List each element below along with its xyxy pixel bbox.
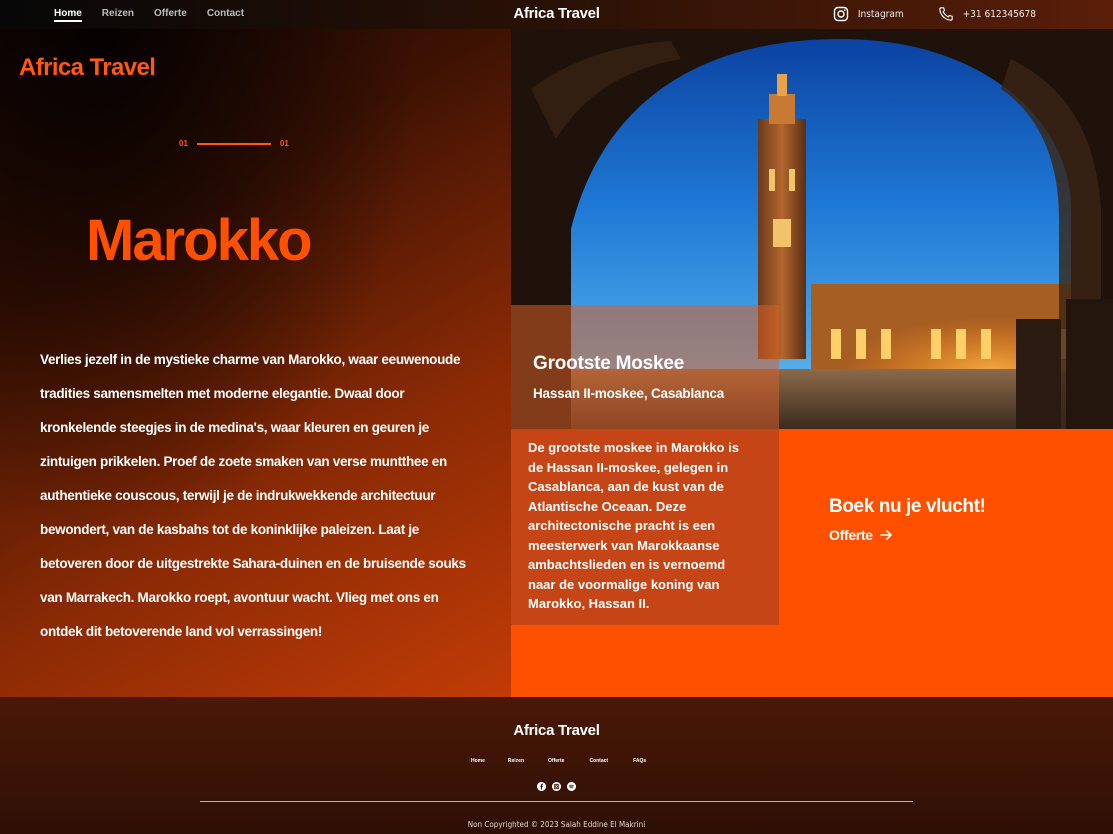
feature-title: Grootste Moskee [533,353,685,374]
footer-link-offerte[interactable]: Offerte [548,758,564,764]
page-logo[interactable]: Africa Travel [19,54,156,82]
slide-total: 01 [279,139,289,148]
slide-indicator: 01 01 [179,139,289,148]
instagram-icon[interactable] [552,782,561,791]
instagram-label: Instagram [857,8,904,20]
hero-section: Africa Travel 01 01 Marokko Verlies jeze… [0,29,511,697]
cta-link-label: Offerte [829,527,873,543]
hero-title: Marokko [86,208,313,273]
spotify-icon[interactable] [567,782,576,791]
hero-description: Verlies jezelf in de mystieke charme van… [40,352,466,639]
facebook-icon[interactable] [537,782,546,791]
top-navigation-bar: Home Reizen Offerte Contact Africa Trave… [0,0,1113,29]
phone-label: +31 612345678 [962,8,1036,20]
phone-icon [938,7,953,21]
footer-social-links [537,782,576,791]
footer-link-home[interactable]: Home [471,758,485,764]
footer-link-faqs[interactable]: FAQs [633,758,646,764]
feature-description: De grootste moskee in Marokko is de Hass… [528,440,739,611]
top-contact-group: Instagram +31 612345678 [833,6,1036,22]
instagram-link[interactable]: Instagram [833,6,904,22]
feature-description-box: De grootste moskee in Marokko is de Hass… [511,429,779,625]
feature-caption-box: Grootste Moskee Hassan II-moskee, Casabl… [511,305,779,429]
slide-current: 01 [179,139,188,148]
accent-block [511,625,779,697]
feature-subtitle: Hassan II-moskee, Casablanca [533,386,725,401]
cta-title: Boek nu je vlucht! [829,496,986,517]
footer-link-reizen[interactable]: Reizen [508,758,524,764]
footer-link-contact[interactable]: Contact [589,758,608,764]
footer-divider [200,801,913,802]
footer-brand[interactable]: Africa Travel [0,722,1113,739]
site-footer: Africa Travel Home Reizen Offerte Contac… [0,697,1113,834]
arrow-right-icon [879,530,892,540]
phone-link[interactable]: +31 612345678 [938,6,1036,22]
offerte-cta-link[interactable]: Offerte [829,527,893,543]
copyright-text: Non Copyrighted © 2023 Salah Eddine El M… [467,820,646,829]
instagram-icon [833,6,849,22]
slide-progress-line [196,142,271,145]
footer-nav: Home Reizen Offerte Contact FAQs [471,758,646,764]
booking-cta: Boek nu je vlucht! Offerte [779,429,1113,697]
